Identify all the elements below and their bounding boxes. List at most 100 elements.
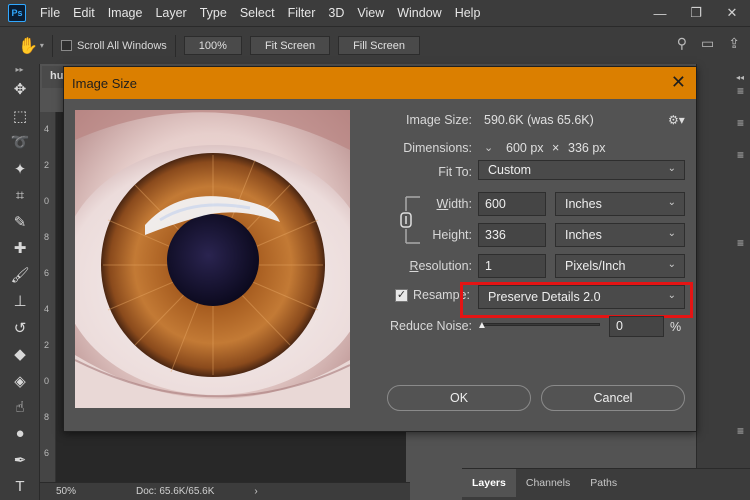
resolution-label: Resolution: xyxy=(409,259,472,273)
minimize-button[interactable]: — xyxy=(642,0,678,26)
hand-tool-icon[interactable]: ✋ xyxy=(18,36,38,56)
menu-layer[interactable]: Layer xyxy=(155,6,186,20)
image-size-value: 590.6K (was 65.6K) xyxy=(484,113,594,127)
chevron-down-icon: ⌄ xyxy=(667,259,676,270)
menu-bar: Ps File Edit Image Layer Type Select Fil… xyxy=(0,0,750,26)
slider-handle-icon[interactable]: ▲ xyxy=(477,320,487,331)
chevron-down-icon: ⌄ xyxy=(667,197,676,208)
search-icon[interactable]: ⚲ xyxy=(677,35,687,52)
menu-edit[interactable]: Edit xyxy=(73,6,95,20)
image-preview[interactable] xyxy=(75,110,350,408)
menu-file[interactable]: File xyxy=(40,6,60,20)
menu-filter[interactable]: Filter xyxy=(288,6,316,20)
lasso-tool-icon[interactable]: ➰ xyxy=(0,129,40,156)
divider xyxy=(51,34,53,57)
menu-view[interactable]: View xyxy=(357,6,384,20)
toolbar-collapse-icon[interactable]: ▸▸ xyxy=(0,64,39,76)
width-label: Width: xyxy=(436,197,472,211)
history-brush-icon[interactable]: ↺ xyxy=(0,315,40,342)
panel-menu-icon[interactable]: ≡ xyxy=(698,144,750,166)
resolution-input[interactable]: 1 xyxy=(478,254,546,278)
options-bar: ✋ ▾ Scroll All Windows 100% Fit Screen F… xyxy=(0,26,750,64)
tab-layers[interactable]: Layers xyxy=(462,469,516,497)
zoom-100-button[interactable]: 100% xyxy=(183,36,242,55)
tools-panel: ▸▸ ✥ ⬚ ➰ ✦ ⌗ ✎ ✚ 🖌 ⊥ ↺ ◆ ◈ ☝ ● ✒ T xyxy=(0,64,40,500)
gear-icon[interactable]: ⚙▾ xyxy=(668,113,685,127)
reduce-noise-slider[interactable] xyxy=(482,323,600,326)
share-icon[interactable]: ⇪ xyxy=(728,35,740,52)
menu-window[interactable]: Window xyxy=(397,6,441,20)
panel-menu-icon[interactable]: ≡ xyxy=(698,112,750,134)
vertical-ruler: 4 2 0 8 6 4 2 0 8 6 xyxy=(40,112,56,482)
magic-wand-icon[interactable]: ✦ xyxy=(0,156,40,183)
workspace-icon[interactable]: ▭ xyxy=(701,35,714,52)
dimensions-label: Dimensions: xyxy=(403,141,472,155)
resolution-unit-select[interactable]: Pixels/Inch ⌄ xyxy=(555,254,685,278)
resample-checkbox[interactable]: ✓ xyxy=(395,289,408,302)
ruler-mark: 4 xyxy=(44,124,50,134)
close-icon[interactable]: ✕ xyxy=(671,72,686,93)
dialog-title-bar[interactable]: Image Size ✕ xyxy=(64,67,696,99)
pen-tool-icon[interactable]: ✒ xyxy=(0,447,40,474)
ruler-mark: 2 xyxy=(44,340,50,350)
menu-help[interactable]: Help xyxy=(455,6,481,20)
paint-bucket-icon[interactable]: ◈ xyxy=(0,368,40,395)
marquee-tool-icon[interactable]: ⬚ xyxy=(0,103,40,130)
fit-to-label: Fit To: xyxy=(438,165,472,179)
image-size-label: Image Size: xyxy=(405,113,472,127)
height-unit-select[interactable]: Inches ⌄ xyxy=(555,223,685,247)
brush-tool-icon[interactable]: 🖌 xyxy=(0,262,40,289)
zoom-level[interactable]: 50% xyxy=(56,486,136,497)
reduce-noise-label: Reduce Noise: xyxy=(390,319,472,333)
height-label: Height: xyxy=(432,228,472,242)
eye-image xyxy=(75,110,350,408)
menu-3d[interactable]: 3D xyxy=(328,6,344,20)
cancel-button[interactable]: Cancel xyxy=(541,385,685,411)
tab-channels[interactable]: Channels xyxy=(516,469,580,497)
dimensions-height: 336 px xyxy=(568,141,606,155)
fit-screen-button[interactable]: Fit Screen xyxy=(249,36,331,55)
dimensions-times: × xyxy=(552,141,560,155)
fit-to-select[interactable]: Custom ⌄ xyxy=(478,160,685,180)
dialog-title: Image Size xyxy=(72,75,138,91)
smudge-tool-icon[interactable]: ☝ xyxy=(0,394,40,421)
menu-image[interactable]: Image xyxy=(108,6,143,20)
panel-menu-icon[interactable]: ≡ xyxy=(698,420,750,442)
reduce-noise-input[interactable]: 0 xyxy=(609,316,664,337)
panel-menu-icon[interactable]: ≡ xyxy=(698,80,750,102)
status-chevron-icon[interactable]: › xyxy=(254,486,257,497)
chevron-down-icon: ⌄ xyxy=(667,163,676,174)
width-input[interactable]: 600 xyxy=(478,192,546,216)
scroll-all-windows-checkbox[interactable] xyxy=(60,40,72,51)
fill-screen-button[interactable]: Fill Screen xyxy=(338,36,421,55)
close-window-button[interactable]: ✕ xyxy=(714,0,750,26)
clone-stamp-icon[interactable]: ⊥ xyxy=(0,288,40,315)
divider xyxy=(174,34,176,57)
chevron-down-icon: ⌄ xyxy=(667,228,676,239)
doc-size-info: Doc: 65.6K/65.6K xyxy=(136,486,215,497)
type-tool-icon[interactable]: T xyxy=(0,474,40,500)
width-unit-select[interactable]: Inches ⌄ xyxy=(555,192,685,216)
tool-preset-chevron-icon[interactable]: ▾ xyxy=(40,41,44,50)
ruler-mark: 4 xyxy=(44,304,50,314)
eraser-icon[interactable]: ◆ xyxy=(0,341,40,368)
menu-type[interactable]: Type xyxy=(200,6,227,20)
dimensions-width: 600 px xyxy=(506,141,544,155)
menu-select[interactable]: Select xyxy=(240,6,275,20)
healing-brush-icon[interactable]: ✚ xyxy=(0,235,40,262)
width-unit-value: Inches xyxy=(565,197,602,211)
ok-button[interactable]: OK xyxy=(387,385,531,411)
eyedropper-icon[interactable]: ✎ xyxy=(0,209,40,236)
restore-button[interactable]: ❐ xyxy=(678,0,714,26)
height-input[interactable]: 336 xyxy=(478,223,546,247)
options-right: ⚲ ▭ ⇪ xyxy=(677,35,740,52)
dodge-tool-icon[interactable]: ● xyxy=(0,421,40,448)
move-tool-icon[interactable]: ✥ xyxy=(0,76,40,103)
ruler-mark: 0 xyxy=(44,196,50,206)
dimensions-chevron-icon[interactable]: ⌄ xyxy=(484,141,493,154)
image-size-dialog: Image Size ✕ Image Size: 590.6K (was 65.… xyxy=(63,66,697,432)
fit-to-value: Custom xyxy=(488,163,532,177)
tab-paths[interactable]: Paths xyxy=(580,469,627,497)
crop-tool-icon[interactable]: ⌗ xyxy=(0,182,40,209)
panel-menu-icon[interactable]: ≡ xyxy=(698,232,750,254)
